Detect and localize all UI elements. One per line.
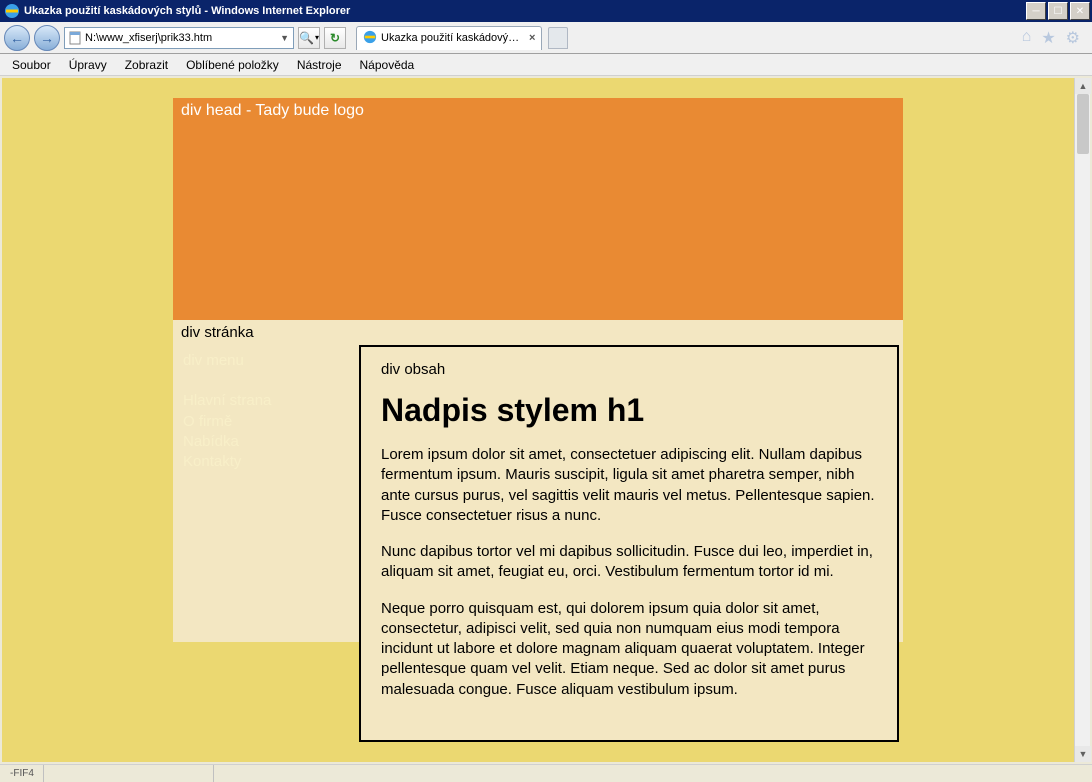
ie-logo-icon [4,3,20,19]
favorites-icon[interactable]: ★ [1041,28,1055,48]
vertical-scrollbar[interactable]: ▲ ▼ [1074,78,1090,762]
ie-logo-icon [363,30,377,47]
titlebar-left: Ukazka použití kaskádových stylů - Windo… [2,3,350,19]
menu-view[interactable]: Zobrazit [117,56,176,74]
back-button[interactable]: ← [4,25,30,51]
address-bar[interactable]: ▼ [64,27,294,49]
content-paragraph: Lorem ipsum dolor sit amet, consectetuer… [381,445,877,526]
menu-link-home[interactable]: Hlavní strana [183,391,353,411]
tab-label: Ukazka použití kaskádových ... [381,32,521,44]
menu-edit[interactable]: Úpravy [61,56,115,74]
menu-favorites[interactable]: Oblíbené položky [178,56,287,74]
minimize-button[interactable]: ─ [1026,2,1046,20]
chevron-down-icon: ▾ [315,33,319,42]
window-title: Ukazka použití kaskádových stylů - Windo… [24,5,350,17]
menu-tools[interactable]: Nástroje [289,56,350,74]
menu-link-contacts[interactable]: Kontakty [183,452,353,472]
menu-link-about[interactable]: O firmě [183,412,353,432]
address-input[interactable] [85,32,276,44]
menu-file[interactable]: Soubor [4,56,59,74]
menu-bar: Soubor Úpravy Zobrazit Oblíbené položky … [0,54,1092,76]
page-sidebar-menu: div menu Hlavní strana O firmě Nabídka K… [173,345,363,478]
page-content-box: div obsah Nadpis stylem h1 Lorem ipsum d… [359,345,899,742]
home-icon[interactable]: ⌂ [1022,28,1032,48]
refresh-button[interactable]: ↻ [324,27,346,49]
refresh-icon: ↻ [330,31,340,45]
tools-icon[interactable]: ⚙ [1066,28,1080,48]
page-body: div menu Hlavní strana O firmě Nabídka K… [173,345,903,642]
status-text: -FIF4 [4,765,44,782]
command-bar: ⌂ ★ ⚙ [1022,28,1088,48]
search-button[interactable]: 🔍▾ [298,27,320,49]
content-paragraph: Neque porro quisquam est, qui dolorem ip… [381,599,877,700]
scroll-down-button[interactable]: ▼ [1075,746,1091,762]
window-controls: ─ ☐ ✕ [1026,2,1090,20]
arrow-right-icon: → [40,30,54,46]
scrollbar-thumb[interactable] [1077,94,1089,154]
tab-close-button[interactable]: × [529,32,535,44]
status-section [44,765,214,782]
search-icon: 🔍 [299,31,314,45]
content-viewport: div head - Tady bude logo div stránka di… [2,78,1074,762]
content-paragraph: Nunc dapibus tortor vel mi dapibus solli… [381,542,877,583]
new-tab-button[interactable] [548,27,568,49]
status-bar: -FIF4 [0,764,1092,782]
menu-label: div menu [183,351,353,371]
menu-help[interactable]: Nápověda [352,56,423,74]
forward-button[interactable]: → [34,25,60,51]
address-dropdown-icon[interactable]: ▼ [278,33,291,43]
arrow-left-icon: ← [10,30,24,46]
page-icon [67,30,83,46]
menu-link-offer[interactable]: Nabídka [183,432,353,452]
page-container: div head - Tady bude logo div stránka di… [173,98,903,642]
scroll-up-button[interactable]: ▲ [1075,78,1091,94]
window-titlebar: Ukazka použití kaskádových stylů - Windo… [0,0,1092,22]
navigation-toolbar: ← → ▼ 🔍▾ ↻ Ukazka použití kaskádových ..… [0,22,1092,54]
page-header: div head - Tady bude logo [173,98,903,320]
page-body-label: div stránka [173,320,903,345]
maximize-button[interactable]: ☐ [1048,2,1068,20]
content-heading: Nadpis stylem h1 [381,392,877,429]
close-button[interactable]: ✕ [1070,2,1090,20]
tab-active[interactable]: Ukazka použití kaskádových ... × [356,26,542,50]
content-label: div obsah [381,361,877,378]
